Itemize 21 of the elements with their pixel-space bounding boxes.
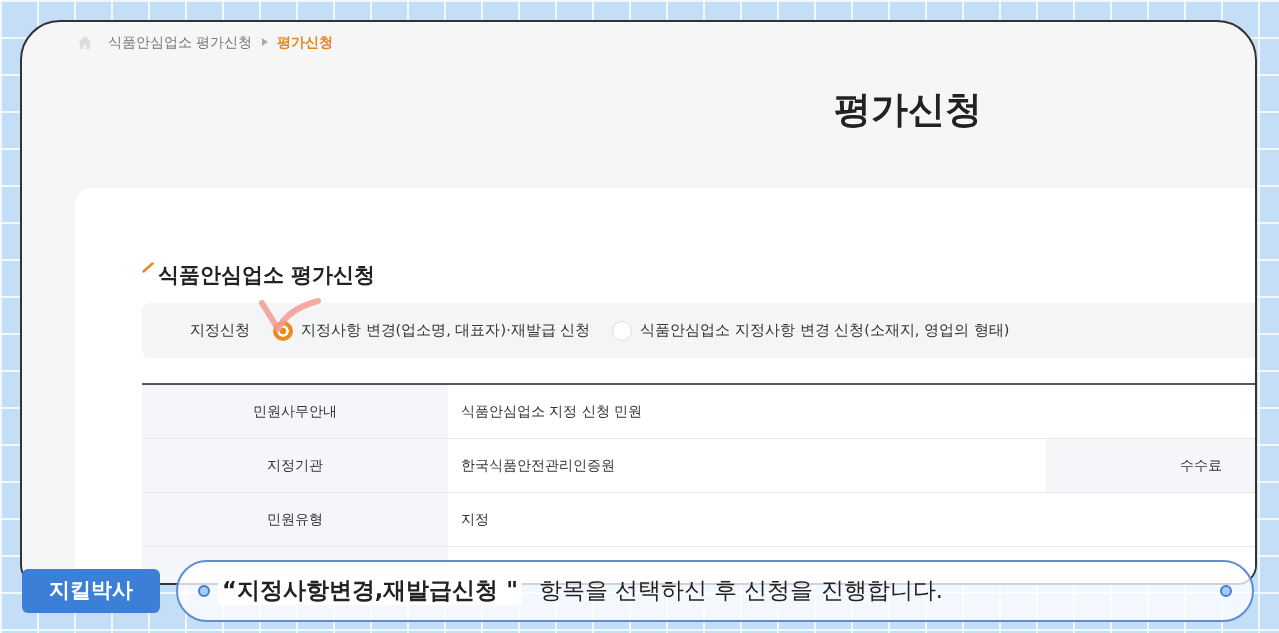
row-header: 민원사무안내	[142, 385, 448, 438]
row-header: 지정기관	[142, 439, 448, 492]
radio-label[interactable]: 지정사항 변경(업소명, 대표자)·재발급 신청	[301, 319, 591, 342]
dot-icon	[1220, 585, 1232, 597]
table-cell-text: 한국식품안전관리인증원	[460, 456, 616, 475]
chevron-right-icon	[262, 38, 269, 46]
dot-icon	[198, 585, 210, 597]
row-header: 수수료	[1046, 439, 1255, 492]
radio-button[interactable]	[612, 320, 633, 341]
section-title: 식품안심업소 평가신청	[158, 262, 376, 289]
caption-text: “지정사항변경,재발급신청 " 항목을 선택하신 후 신청을 진행합니다.	[218, 574, 1212, 608]
row-header: 민원유형	[142, 493, 448, 546]
home-icon[interactable]	[78, 35, 92, 49]
radio-label[interactable]: 식품안심업소 지정사항 변경 신청(소재지, 영업의 형태)	[640, 319, 1010, 342]
page-title: 평가신청	[834, 88, 982, 132]
table-cell-text: 식품안심업소 지정 신청 민원	[460, 402, 644, 421]
field-label: 지정신청	[190, 320, 250, 340]
breadcrumb-link[interactable]: 식품안심업소 평가신청	[108, 32, 253, 52]
accent-stroke-icon	[142, 262, 154, 273]
table-cell-text: 지정	[460, 510, 490, 529]
speaker-tag: 지킬박사	[22, 569, 160, 613]
